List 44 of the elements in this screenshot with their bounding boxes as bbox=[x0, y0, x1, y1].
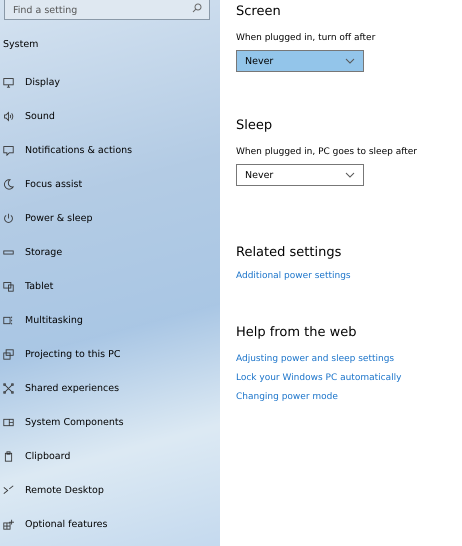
dropdown[interactable]: Never bbox=[236, 164, 364, 186]
field-label: When plugged in, PC goes to sleep after bbox=[236, 146, 417, 158]
dropdown[interactable]: Never bbox=[236, 50, 364, 72]
search-field[interactable]: Find a setting bbox=[4, 0, 210, 20]
sidebar-item[interactable]: Sound bbox=[0, 109, 55, 123]
chevron-icon bbox=[345, 58, 355, 64]
help-link[interactable]: Adjusting power and sleep settings bbox=[236, 350, 394, 369]
help-link[interactable]: Lock your Windows PC automatically bbox=[236, 369, 402, 388]
sidebar-item[interactable]: Projecting to this PC bbox=[0, 347, 120, 361]
section-title: Help from the web bbox=[236, 324, 357, 342]
chevron-icon bbox=[345, 172, 355, 178]
section-title: Related settings bbox=[236, 244, 342, 262]
nav-icon bbox=[3, 110, 14, 122]
nav-icon bbox=[3, 178, 14, 190]
nav-icon bbox=[3, 212, 14, 224]
sidebar-header: System bbox=[3, 39, 38, 51]
sidebar-item[interactable]: Tablet bbox=[0, 279, 54, 293]
sidebar-item[interactable]: System Components bbox=[0, 415, 124, 429]
nav-icon bbox=[3, 314, 14, 326]
sidebar-item[interactable]: Focus assist bbox=[0, 177, 82, 191]
sidebar-item[interactable]: Multitasking bbox=[0, 313, 83, 327]
sidebar-item[interactable]: Storage bbox=[0, 245, 62, 259]
nav-icon bbox=[3, 450, 14, 462]
sidebar-item[interactable]: Display bbox=[0, 75, 60, 89]
help-link[interactable]: Changing power mode bbox=[236, 388, 338, 407]
search-icon bbox=[192, 3, 202, 13]
nav-icon bbox=[3, 348, 14, 360]
section-title: Screen bbox=[236, 3, 281, 21]
nav-icon bbox=[3, 280, 14, 292]
nav-icon bbox=[3, 416, 14, 428]
nav-icon bbox=[3, 144, 14, 156]
nav-icon bbox=[3, 518, 14, 530]
sidebar-item[interactable]: Optional features bbox=[0, 517, 108, 531]
field-label: When plugged in, turn off after bbox=[236, 32, 376, 44]
settings-link[interactable]: Additional power settings bbox=[236, 267, 351, 286]
sidebar-item[interactable]: Notifications & actions bbox=[0, 143, 132, 157]
sidebar-item[interactable]: Remote Desktop bbox=[0, 483, 104, 497]
sidebar-item[interactable]: Shared experiences bbox=[0, 381, 120, 395]
nav-icon bbox=[3, 484, 14, 496]
section-title: Sleep bbox=[236, 117, 272, 135]
sidebar-item[interactable]: Clipboard bbox=[0, 449, 70, 463]
sidebar-item[interactable]: Power & sleep bbox=[0, 211, 92, 225]
nav-icon bbox=[3, 382, 14, 394]
nav-icon bbox=[3, 76, 14, 88]
